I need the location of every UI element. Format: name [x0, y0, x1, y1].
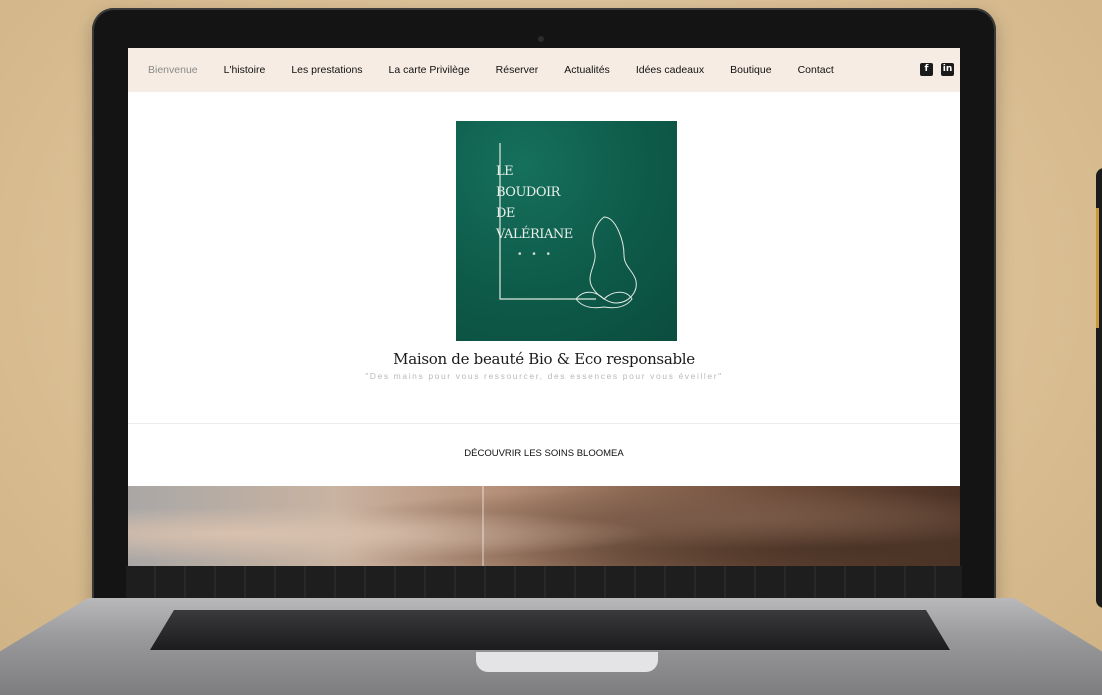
- nav-item-prestations[interactable]: Les prestations: [291, 64, 362, 76]
- facebook-icon[interactable]: f: [920, 63, 933, 76]
- hero-image: [128, 486, 960, 566]
- nav-item-boutique[interactable]: Boutique: [730, 64, 771, 76]
- nav-item-histoire[interactable]: L'histoire: [224, 64, 266, 76]
- discover-bloomea-link[interactable]: DÉCOUVRIR LES SOINS BLOOMEA: [128, 448, 960, 459]
- logo-line: DE: [496, 206, 515, 221]
- nav-item-contact[interactable]: Contact: [798, 64, 834, 76]
- logo-line: LE: [496, 164, 514, 179]
- tablet-device-edge: [1096, 168, 1102, 608]
- page-title: Maison de beauté Bio & Eco responsable: [393, 350, 695, 368]
- nav-item-actualites[interactable]: Actualités: [564, 64, 610, 76]
- keyboard-reflection: [126, 566, 962, 600]
- social-links: f in: [920, 63, 954, 76]
- brand-logo[interactable]: LE BOUDOIR DE VALÉRIANE • • •: [456, 121, 677, 341]
- logo-line: BOUDOIR: [496, 185, 560, 200]
- linkedin-icon[interactable]: in: [941, 63, 954, 76]
- laptop-lip-notch: [476, 652, 658, 672]
- nav-item-bienvenue[interactable]: Bienvenue: [148, 64, 198, 76]
- camera: [538, 36, 544, 42]
- nav-item-idees-cadeaux[interactable]: Idées cadeaux: [636, 64, 704, 76]
- nav-item-reserver[interactable]: Réserver: [496, 64, 539, 76]
- laptop-hinge: [150, 610, 950, 650]
- image-seam: [482, 486, 484, 566]
- tagline: "Des mains pour vous ressourcer, des ess…: [365, 371, 723, 381]
- logo-wordmark: LE BOUDOIR DE VALÉRIANE: [496, 161, 573, 245]
- logo-dots: • • •: [518, 249, 555, 260]
- laptop-screen: Bienvenue L'histoire Les prestations La …: [128, 48, 960, 566]
- nav-item-carte-privilege[interactable]: La carte Privilège: [389, 64, 470, 76]
- section-divider: [128, 423, 960, 424]
- main-navigation: Bienvenue L'histoire Les prestations La …: [128, 48, 960, 92]
- logo-line: VALÉRIANE: [496, 227, 573, 242]
